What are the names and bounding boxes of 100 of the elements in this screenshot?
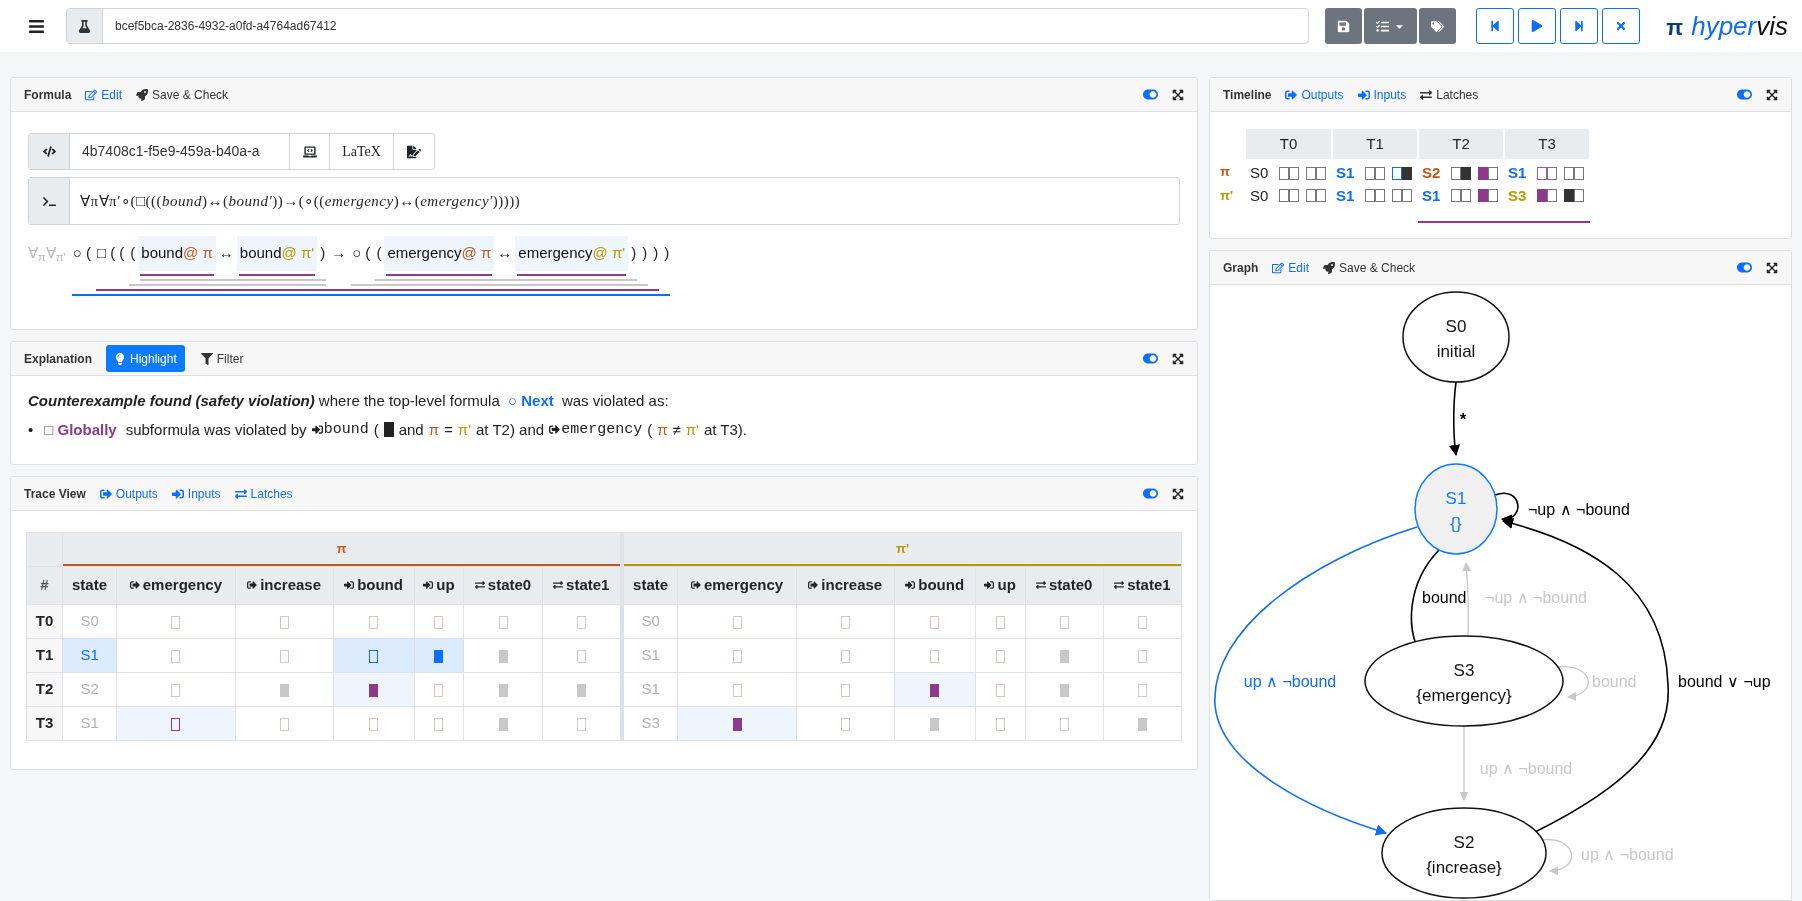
flask-icon: [78, 19, 91, 33]
atom-chip[interactable]: emergency@ π: [384, 236, 495, 271]
explanation-text: at T2) and: [476, 419, 545, 440]
column-header: state0: [463, 566, 543, 605]
column-header: state0: [1025, 566, 1104, 605]
state-label: S1: [1336, 185, 1356, 206]
row-label: T3: [26, 706, 63, 741]
sign-in-icon: [311, 424, 323, 436]
state-node[interactable]: S1 {}: [1414, 463, 1498, 555]
explanation-text: and: [398, 419, 424, 440]
fullscreen-button[interactable]: [1766, 88, 1778, 101]
explanation-text: ≠: [672, 419, 681, 440]
formula-symbol: ○ (: [351, 243, 372, 263]
formula-symbol: ): [319, 243, 327, 263]
formula-symbol: ): [652, 243, 660, 263]
edit-link[interactable]: Edit: [85, 85, 123, 104]
toggle-switch[interactable]: [1143, 486, 1158, 501]
state-node[interactable]: S3 {emergency}: [1364, 635, 1564, 727]
edge-label: *: [1460, 411, 1467, 428]
sign-out-icon: [549, 424, 561, 436]
sign-out-icon: [690, 580, 701, 591]
column-header: state: [62, 566, 117, 605]
save-check-link[interactable]: Save & Check: [1323, 258, 1416, 277]
formula-symbol: ): [641, 243, 649, 263]
sign-in-icon: [344, 580, 355, 591]
view-tab[interactable]: Latches: [1420, 85, 1479, 104]
signal-name: emergency: [561, 419, 643, 440]
exchange-arrows-icon: [234, 487, 247, 500]
atom-chip[interactable]: emergency@ π': [515, 236, 629, 271]
step-header: T2: [1418, 129, 1504, 159]
view-tab[interactable]: Outputs: [1285, 85, 1344, 104]
sign-out-icon: [99, 487, 112, 500]
step-header: T0: [1246, 129, 1332, 159]
trace-name: π: [1220, 159, 1246, 185]
stop-button[interactable]: [1602, 8, 1641, 44]
trace-name: π: [657, 419, 668, 440]
sign-in-icon: [1357, 88, 1370, 101]
atom-chip[interactable]: bound@ π': [236, 236, 318, 271]
save-icon: [1337, 19, 1351, 33]
view-tab[interactable]: Filter: [192, 345, 252, 372]
formula-symbol: ↔: [496, 243, 514, 263]
edit-icon: [1272, 261, 1285, 274]
toggle-switch[interactable]: [1143, 351, 1158, 366]
column-header: state1: [1103, 566, 1182, 605]
column-header: emergency: [116, 566, 236, 605]
toggle-switch[interactable]: [1737, 87, 1752, 102]
toggle-switch[interactable]: [1737, 260, 1752, 275]
edge-label: bound ∨ ¬up: [1678, 673, 1771, 690]
signed-document-icon: [407, 144, 421, 159]
edge-label: up ∧ ¬bound: [1243, 673, 1337, 690]
rocket-icon: [1323, 261, 1336, 274]
formula-symbol: (: [129, 243, 137, 263]
save-button[interactable]: [1325, 8, 1363, 44]
panel-title: Trace View: [24, 485, 86, 503]
play-button[interactable]: [1518, 8, 1557, 44]
explanation-text: (: [373, 419, 379, 440]
fullscreen-button[interactable]: [1172, 88, 1184, 101]
edit-icon: [85, 88, 98, 101]
state-node[interactable]: S2 {increase}: [1381, 807, 1547, 899]
panel-title: Timeline: [1223, 86, 1272, 104]
panel-title: Graph: [1223, 259, 1259, 277]
fullscreen-button[interactable]: [1172, 487, 1184, 500]
view-tab[interactable]: Inputs: [1357, 85, 1407, 104]
formula-symbol: ○ (: [71, 243, 92, 263]
state-label: S2: [1422, 163, 1442, 183]
formula-id-input-group[interactable]: 4b7408c1-f5e9-459a-b40a-a LaTeX: [28, 133, 435, 170]
trace-name: π': [685, 419, 699, 440]
signal-name: bound: [323, 419, 369, 440]
save-check-link[interactable]: Save & Check: [136, 85, 229, 104]
column-header: bound: [333, 566, 414, 605]
toggle-switch[interactable]: [1143, 87, 1158, 102]
sign-in-icon: [423, 580, 434, 591]
formula-id-field[interactable]: 4b7408c1-f5e9-459a-b40a-a: [70, 134, 290, 169]
checklist-dropdown-button[interactable]: [1364, 8, 1418, 44]
state-node[interactable]: S0 initial: [1402, 291, 1510, 383]
latex-button[interactable]: LaTeX: [330, 134, 394, 169]
sign-out-icon: [247, 580, 258, 591]
trace-name: π': [1220, 186, 1235, 205]
fullscreen-button[interactable]: [1766, 261, 1778, 274]
view-tab[interactable]: Outputs: [99, 484, 158, 503]
terminal-icon: [42, 194, 56, 208]
exchange-arrows-icon: [1420, 88, 1433, 101]
step-forward-button[interactable]: [1560, 8, 1599, 44]
column-header: increase: [796, 566, 895, 605]
explanation-text: (: [647, 419, 653, 440]
column-header: emergency: [677, 566, 797, 605]
step-header: T3: [1504, 129, 1590, 159]
explanation-text: at T3).: [703, 419, 748, 440]
state-label: S0: [1250, 163, 1270, 183]
view-tab[interactable]: Highlight: [106, 345, 185, 372]
state-cell: S0: [621, 604, 678, 639]
rocket-icon: [136, 88, 149, 101]
step-back-button[interactable]: [1476, 8, 1515, 44]
view-tab[interactable]: Inputs: [171, 484, 221, 503]
view-tab[interactable]: Latches: [234, 484, 293, 503]
fullscreen-button[interactable]: [1172, 352, 1184, 365]
edit-link[interactable]: Edit: [1272, 258, 1310, 277]
sign-in-icon: [905, 580, 916, 591]
tags-button[interactable]: [1419, 8, 1457, 44]
atom-chip[interactable]: bound@ π: [138, 236, 216, 271]
